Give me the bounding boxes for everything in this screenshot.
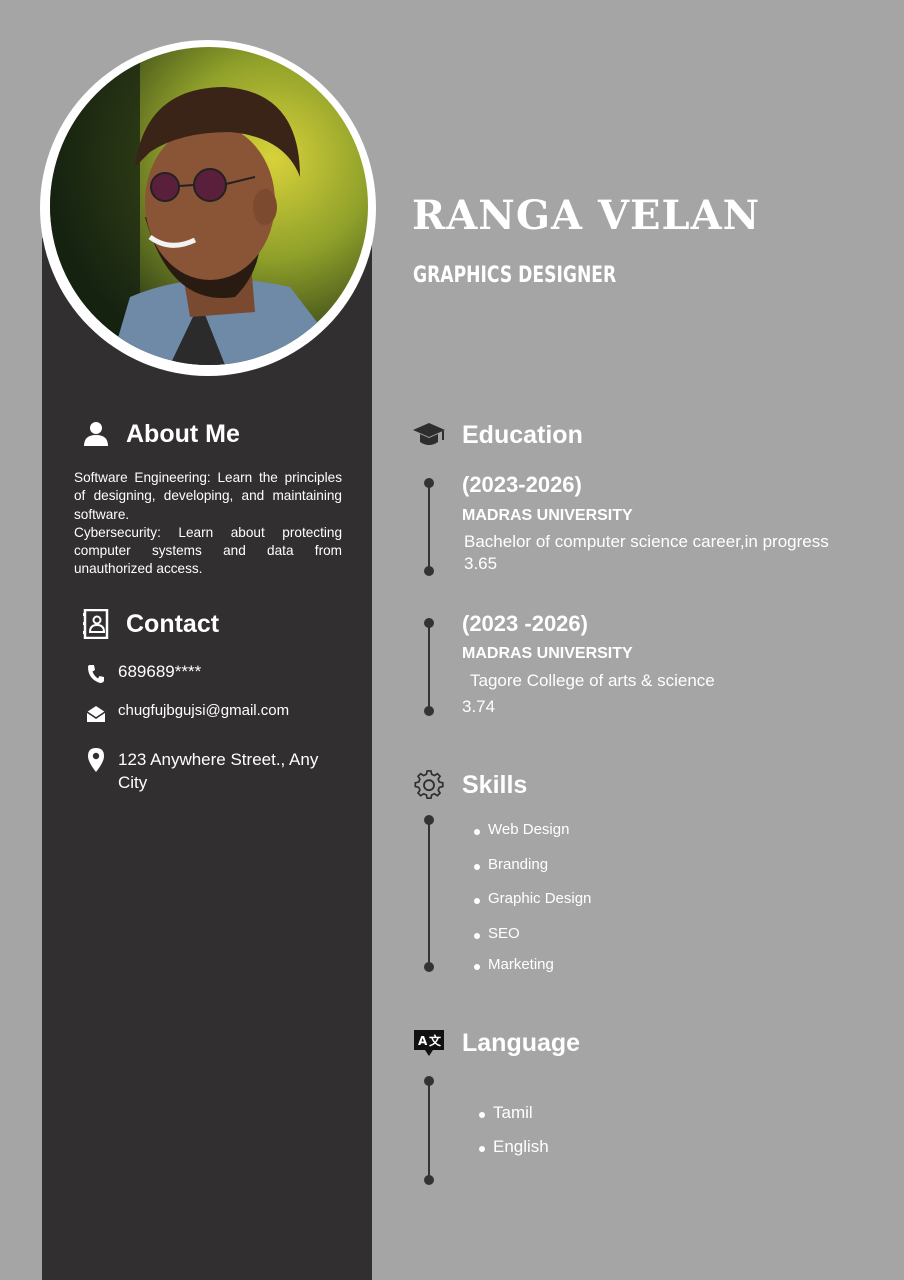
profile-photo [50, 47, 368, 365]
language-heading-label: Language [462, 1028, 581, 1057]
skills-list: Web Design Branding Graphic Design SEO M… [473, 821, 591, 978]
language-item: English [478, 1137, 549, 1161]
skill-item: Branding [473, 856, 591, 878]
name-heading: RANGA VELAN [412, 192, 761, 239]
contact-book-icon [80, 608, 112, 640]
translate-icon: A 文 [412, 1026, 446, 1060]
svg-text:A: A [418, 1034, 428, 1048]
about-heading-label: About Me [126, 419, 240, 448]
skills-timeline [424, 815, 434, 972]
address-text: 123 Anywhere Street., Any City [118, 750, 319, 792]
about-text: Software Engineering: Learn the principl… [74, 469, 342, 579]
education-heading-label: Education [462, 420, 583, 449]
contact-heading-label: Contact [126, 609, 220, 638]
svg-text:文: 文 [429, 1033, 442, 1048]
education-university: MADRAS UNIVERSITY [462, 645, 633, 662]
education-detail: Tagore College of arts & science [470, 671, 715, 690]
person-icon [80, 418, 112, 450]
location-pin-icon [84, 748, 108, 772]
education-timeline-1 [424, 478, 434, 576]
phone-icon [84, 662, 108, 686]
skill-item: Marketing [473, 956, 591, 978]
education-score: 3.65 [464, 554, 498, 573]
phone-text: 689689**** [118, 662, 202, 681]
contact-phone: 689689**** [84, 662, 201, 686]
about-heading: About Me [80, 418, 240, 450]
language-timeline [424, 1076, 434, 1185]
envelope-icon [84, 702, 108, 726]
skills-heading-label: Skills [462, 770, 528, 799]
skills-heading: Skills [412, 768, 527, 802]
education-timeline-2 [424, 618, 434, 716]
about-paragraph: Software Engineering: Learn the principl… [74, 470, 342, 522]
education-university: MADRAS UNIVERSITY [462, 507, 633, 524]
language-heading: A 文 Language [412, 1026, 580, 1060]
skill-item: Graphic Design [473, 890, 591, 912]
job-title: GRAPHICS DESIGNER [413, 263, 617, 288]
contact-email: chugfujbgujsi@gmail.com [84, 702, 289, 726]
education-score: 3.74 [462, 697, 496, 716]
email-text[interactable]: chugfujbgujsi@gmail.com [118, 702, 289, 719]
skill-item: SEO [473, 925, 591, 947]
language-list: Tamil English [478, 1103, 549, 1161]
contact-heading: Contact [80, 608, 219, 640]
language-item: Tamil [478, 1103, 549, 1127]
skill-item: Web Design [473, 821, 591, 843]
contact-address: 123 Anywhere Street., Any City [84, 748, 334, 794]
graduation-cap-icon [412, 418, 446, 452]
education-heading: Education [412, 418, 583, 452]
education-years: (2023 -2026) [462, 611, 588, 636]
gear-icon [412, 768, 446, 802]
education-years: (2023-2026) [462, 472, 582, 497]
about-paragraph: Cybersecurity: Learn about protecting co… [74, 524, 342, 577]
education-detail: Bachelor of computer science career,in p… [464, 532, 829, 551]
